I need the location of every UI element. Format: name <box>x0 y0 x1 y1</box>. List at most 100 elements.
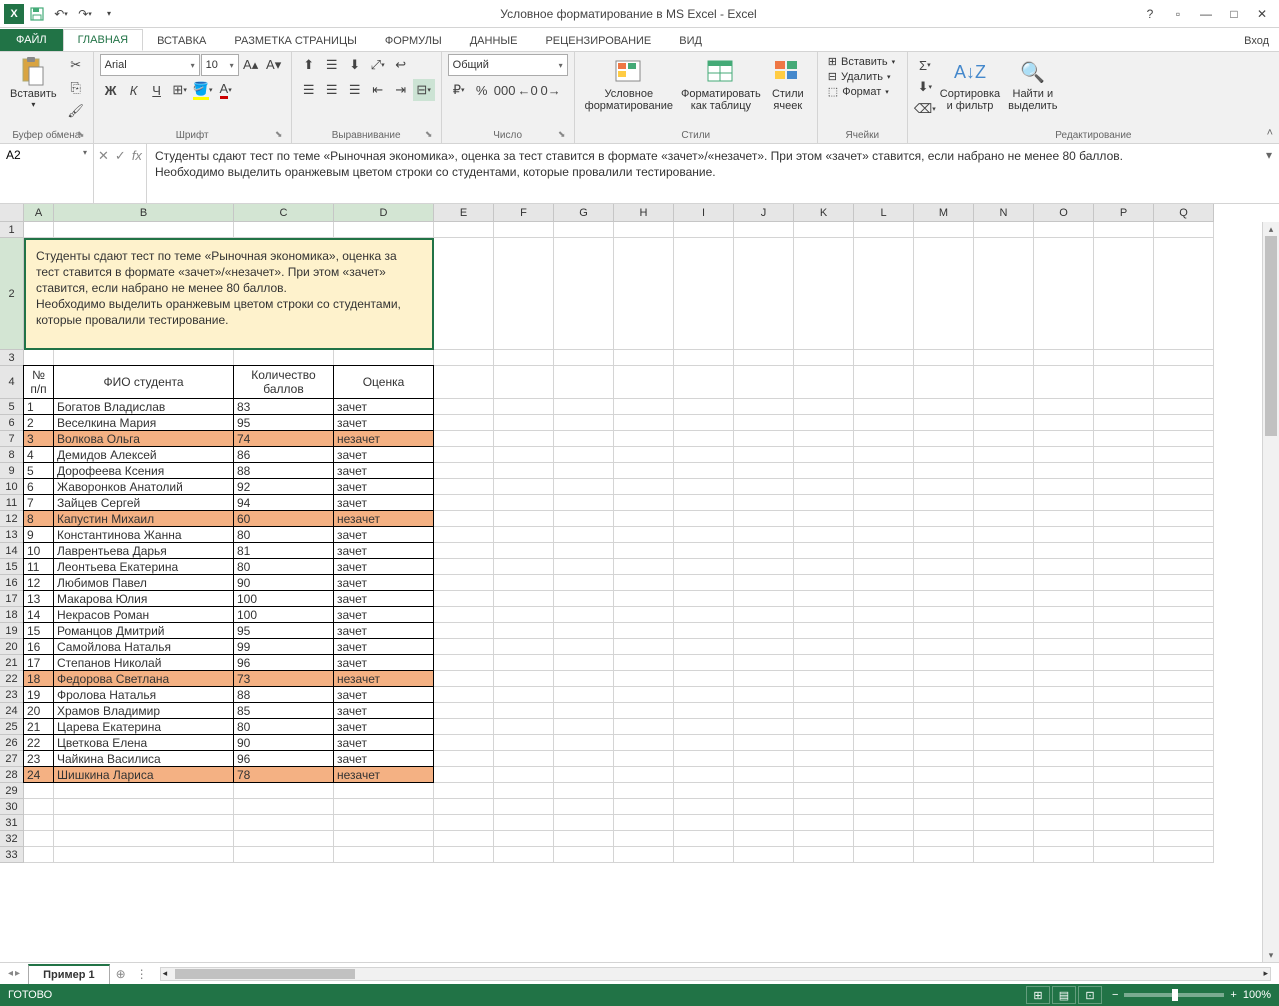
cell[interactable] <box>1034 463 1094 479</box>
cell[interactable] <box>54 815 234 831</box>
format-painter-button[interactable]: 🖌 <box>65 100 87 122</box>
cell[interactable] <box>1094 639 1154 655</box>
cell[interactable] <box>494 623 554 639</box>
cell[interactable] <box>1034 719 1094 735</box>
table-cell[interactable]: Шишкина Лариса <box>53 766 234 783</box>
row-header[interactable]: 24 <box>0 703 24 719</box>
cell[interactable] <box>614 350 674 366</box>
cell[interactable] <box>1094 527 1154 543</box>
table-cell[interactable]: 11 <box>23 558 54 575</box>
cell[interactable] <box>854 591 914 607</box>
cell[interactable] <box>914 815 974 831</box>
table-cell[interactable]: 90 <box>233 734 334 751</box>
cell[interactable] <box>554 783 614 799</box>
save-button[interactable] <box>26 3 48 25</box>
table-cell[interactable]: зачет <box>333 750 434 767</box>
cell[interactable] <box>434 847 494 863</box>
cell[interactable] <box>734 623 794 639</box>
zoom-slider[interactable] <box>1124 993 1224 997</box>
cell[interactable] <box>1034 527 1094 543</box>
cell[interactable] <box>554 559 614 575</box>
cell[interactable] <box>674 831 734 847</box>
cell[interactable] <box>554 735 614 751</box>
table-cell[interactable]: Степанов Николай <box>53 654 234 671</box>
bold-button[interactable]: Ж <box>100 79 122 101</box>
cell[interactable] <box>1094 479 1154 495</box>
cell[interactable] <box>1154 847 1214 863</box>
table-cell[interactable]: Демидов Алексей <box>53 446 234 463</box>
cell[interactable] <box>1094 671 1154 687</box>
cell[interactable] <box>794 238 854 350</box>
cell[interactable] <box>1034 671 1094 687</box>
cell[interactable] <box>24 799 54 815</box>
cell[interactable] <box>1154 719 1214 735</box>
cell[interactable] <box>554 703 614 719</box>
view-page-layout-button[interactable]: ▤ <box>1052 986 1076 1004</box>
cell[interactable] <box>734 783 794 799</box>
format-as-table-button[interactable]: Форматировать как таблицу <box>677 54 765 114</box>
cell[interactable] <box>1094 447 1154 463</box>
cell[interactable] <box>494 479 554 495</box>
cell[interactable] <box>974 366 1034 399</box>
cell[interactable] <box>614 703 674 719</box>
cell[interactable] <box>674 639 734 655</box>
cell[interactable] <box>794 671 854 687</box>
table-cell[interactable]: 12 <box>23 574 54 591</box>
cell[interactable] <box>974 479 1034 495</box>
cell[interactable] <box>494 591 554 607</box>
tab-формулы[interactable]: ФОРМУЛЫ <box>371 31 456 51</box>
cell[interactable] <box>434 447 494 463</box>
cell[interactable] <box>554 495 614 511</box>
cell[interactable] <box>1154 350 1214 366</box>
align-bottom-button[interactable]: ⬇ <box>344 54 366 76</box>
col-header[interactable]: I <box>674 204 734 222</box>
cell[interactable] <box>974 543 1034 559</box>
cell[interactable] <box>1034 623 1094 639</box>
cell[interactable] <box>854 831 914 847</box>
table-cell[interactable]: 81 <box>233 542 334 559</box>
cell[interactable] <box>554 847 614 863</box>
cell[interactable] <box>674 719 734 735</box>
view-page-break-button[interactable]: ⊡ <box>1078 986 1102 1004</box>
cell[interactable] <box>1034 222 1094 238</box>
row-header[interactable]: 29 <box>0 783 24 799</box>
cell[interactable] <box>914 559 974 575</box>
cell[interactable] <box>234 783 334 799</box>
zoom-in-button[interactable]: + <box>1230 989 1236 1001</box>
cell[interactable] <box>734 847 794 863</box>
cell[interactable] <box>434 671 494 687</box>
col-header[interactable]: J <box>734 204 794 222</box>
table-cell[interactable]: 1 <box>23 398 54 415</box>
cell[interactable] <box>494 703 554 719</box>
table-cell[interactable]: 23 <box>23 750 54 767</box>
font-launcher[interactable]: ⬊ <box>273 129 285 141</box>
cell[interactable] <box>434 623 494 639</box>
cell[interactable] <box>1094 783 1154 799</box>
cell[interactable] <box>674 431 734 447</box>
table-cell[interactable]: 99 <box>233 638 334 655</box>
merge-button[interactable]: ⊟▾ <box>413 79 435 101</box>
cell[interactable] <box>674 655 734 671</box>
cell[interactable] <box>1094 399 1154 415</box>
cell[interactable] <box>794 719 854 735</box>
increase-indent-button[interactable]: ⇥ <box>390 79 412 101</box>
cell[interactable] <box>734 687 794 703</box>
cell[interactable] <box>734 639 794 655</box>
cell[interactable] <box>614 511 674 527</box>
cell[interactable] <box>494 655 554 671</box>
cell[interactable] <box>1154 623 1214 639</box>
cell[interactable] <box>434 783 494 799</box>
table-cell[interactable]: зачет <box>333 622 434 639</box>
table-cell[interactable]: 60 <box>233 510 334 527</box>
cell[interactable] <box>1154 783 1214 799</box>
minimize-button[interactable]: — <box>1193 3 1219 25</box>
table-cell[interactable]: зачет <box>333 574 434 591</box>
cut-button[interactable]: ✂ <box>65 54 87 76</box>
cell[interactable] <box>434 591 494 607</box>
cell[interactable] <box>914 831 974 847</box>
cell[interactable] <box>974 527 1034 543</box>
table-cell[interactable]: Капустин Михаил <box>53 510 234 527</box>
sheet-nav-first[interactable]: ◂ <box>8 968 13 979</box>
table-cell[interactable]: Храмов Владимир <box>53 702 234 719</box>
table-cell[interactable]: Царева Екатерина <box>53 718 234 735</box>
